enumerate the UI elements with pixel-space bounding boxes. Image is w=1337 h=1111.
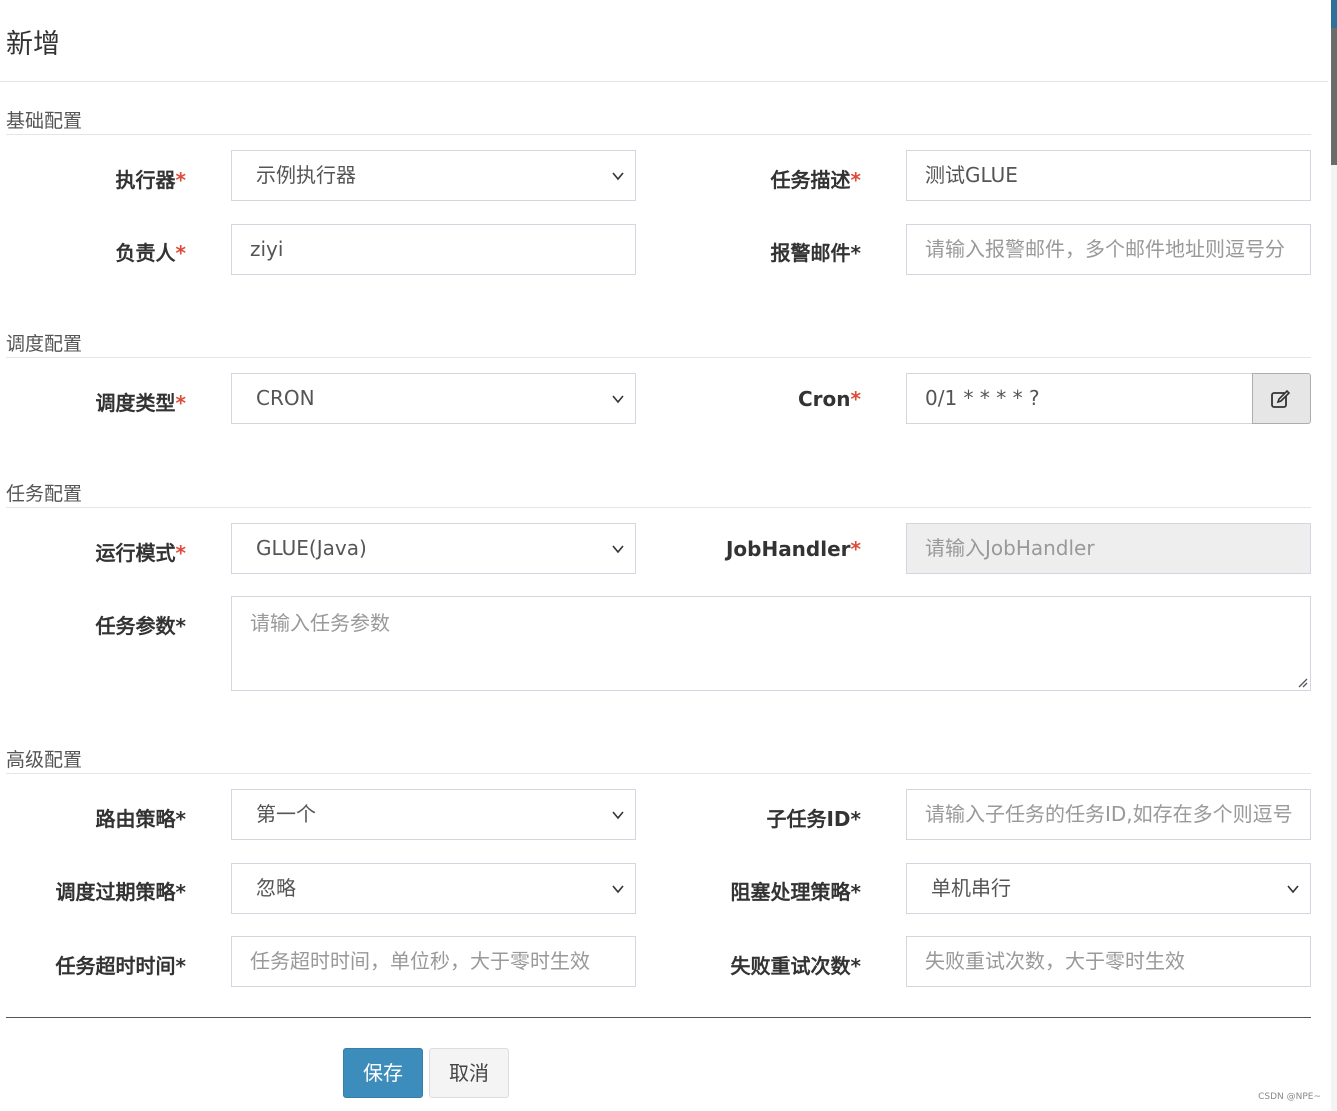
route-strategy-select[interactable]: 第一个	[231, 789, 636, 840]
edit-icon	[1271, 389, 1291, 408]
child-job-id-label: 子任务ID*	[766, 807, 861, 831]
timeout-label: 任务超时时间*	[55, 954, 186, 978]
schedule-type-select[interactable]: CRON	[231, 373, 636, 424]
task-params-textarea[interactable]: 请输入任务参数	[231, 596, 1311, 691]
section-divider	[6, 357, 1311, 358]
alarm-email-input[interactable]: 请输入报警邮件，多个邮件地址则逗号分	[906, 224, 1311, 275]
task-desc-input[interactable]: 测试GLUE	[906, 150, 1311, 201]
section-divider	[6, 773, 1311, 774]
block-strategy-value: 单机串行	[931, 876, 1011, 900]
save-button[interactable]: 保存	[343, 1048, 423, 1098]
chevron-down-icon	[612, 885, 624, 894]
owner-label: 负责人*	[115, 241, 186, 265]
executor-select-value: 示例执行器	[256, 163, 356, 187]
run-mode-value: GLUE(Java)	[256, 536, 367, 560]
misfire-strategy-select[interactable]: 忽略	[231, 863, 636, 914]
route-strategy-label: 路由策略*	[95, 807, 186, 831]
misfire-strategy-label: 调度过期策略*	[55, 880, 186, 904]
executor-label: 执行器*	[115, 168, 186, 192]
job-handler-input[interactable]: 请输入JobHandler	[906, 523, 1311, 574]
modal-title: 新增	[6, 29, 60, 60]
scrollbar[interactable]	[1331, 0, 1337, 1111]
watermark: CSDN @NPE~	[1258, 1092, 1321, 1102]
job-handler-label: JobHandler*	[725, 537, 861, 561]
section-title-schedule: 调度配置	[6, 333, 83, 355]
cron-label: Cron*	[798, 387, 861, 411]
misfire-strategy-value: 忽略	[256, 876, 296, 900]
cancel-button[interactable]: 取消	[429, 1048, 509, 1098]
section-divider	[6, 134, 1311, 135]
owner-input[interactable]: ziyi	[231, 224, 636, 275]
route-strategy-value: 第一个	[256, 802, 316, 826]
child-job-id-input[interactable]: 请输入子任务的任务ID,如存在多个则逗号	[906, 789, 1311, 840]
chevron-down-icon	[612, 395, 624, 404]
run-mode-select[interactable]: GLUE(Java)	[231, 523, 636, 574]
section-title-advanced: 高级配置	[6, 749, 83, 771]
section-divider	[6, 507, 1311, 508]
section-title-basic: 基础配置	[6, 110, 83, 132]
cron-input[interactable]: 0/1 * * * * ?	[906, 373, 1253, 424]
chevron-down-icon	[612, 811, 624, 820]
chevron-down-icon	[612, 545, 624, 554]
schedule-type-value: CRON	[256, 386, 315, 410]
footer-divider	[6, 1017, 1311, 1018]
resize-grip-icon[interactable]	[1296, 676, 1308, 688]
alarm-email-label: 报警邮件*	[770, 241, 861, 265]
task-params-placeholder: 请输入任务参数	[250, 611, 390, 635]
chevron-down-icon	[1287, 885, 1299, 894]
header-divider	[0, 81, 1328, 82]
task-desc-label: 任务描述*	[770, 168, 861, 192]
block-strategy-select[interactable]: 单机串行	[906, 863, 1311, 914]
cron-edit-button[interactable]	[1252, 373, 1311, 424]
schedule-type-label: 调度类型*	[95, 391, 186, 415]
run-mode-label: 运行模式*	[95, 541, 186, 565]
scrollbar-accent	[1331, 0, 1337, 28]
section-title-task: 任务配置	[6, 483, 83, 505]
executor-select[interactable]: 示例执行器	[231, 150, 636, 201]
fail-retry-input[interactable]: 失败重试次数，大于零时生效	[906, 936, 1311, 987]
chevron-down-icon	[612, 172, 624, 181]
block-strategy-label: 阻塞处理策略*	[730, 880, 861, 904]
fail-retry-label: 失败重试次数*	[730, 954, 861, 978]
task-params-label: 任务参数*	[95, 614, 186, 638]
timeout-input[interactable]: 任务超时时间，单位秒，大于零时生效	[231, 936, 636, 987]
